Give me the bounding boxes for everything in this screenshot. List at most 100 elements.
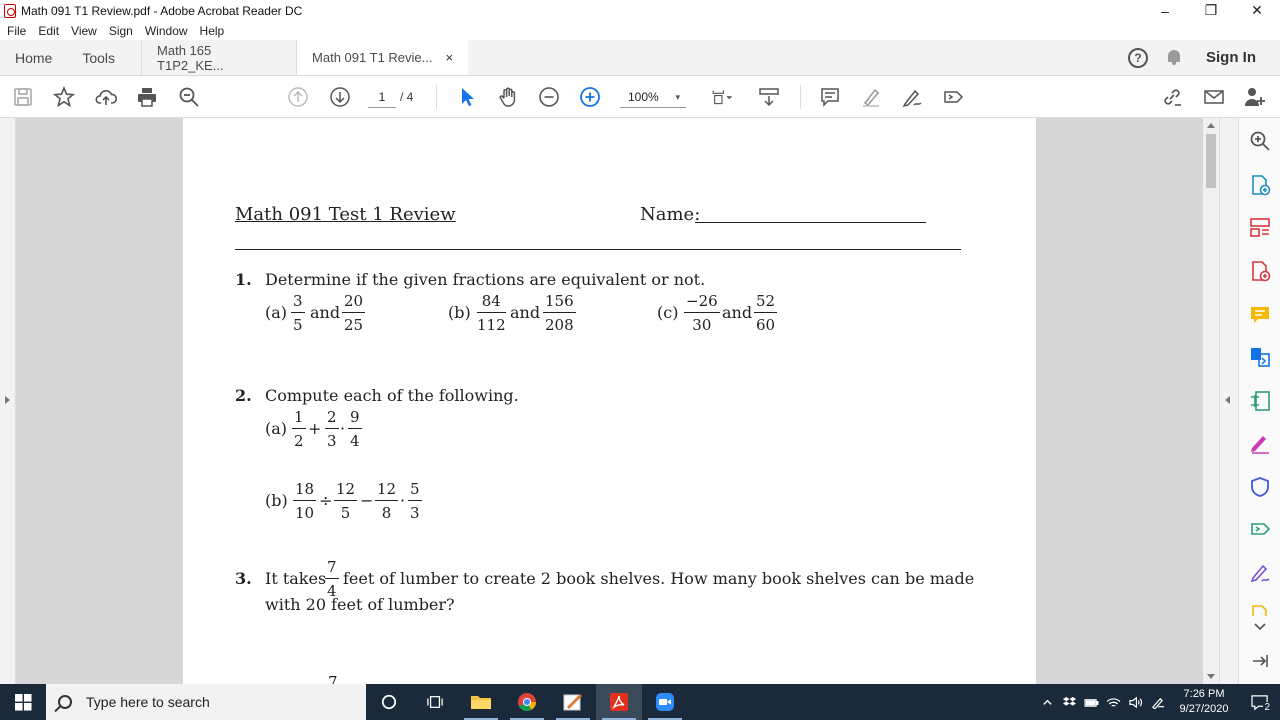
menu-edit[interactable]: Edit [38, 24, 59, 38]
search-placeholder: Type here to search [86, 694, 210, 710]
search-zoom-icon[interactable] [1249, 130, 1271, 152]
print-icon[interactable] [135, 85, 159, 109]
share-send-icon[interactable] [941, 85, 965, 109]
menu-window[interactable]: Window [145, 24, 188, 38]
task-view-icon[interactable] [412, 684, 458, 720]
comment-icon[interactable] [818, 85, 842, 109]
q2a-op-2: · [340, 419, 346, 438]
show-hidden-icons-chevron-icon[interactable] [1036, 684, 1058, 720]
q4-partial-numerator: 7 [328, 673, 338, 684]
create-pdf-icon[interactable] [1249, 260, 1271, 282]
tools-pane [1238, 118, 1280, 684]
menu-help[interactable]: Help [200, 24, 225, 38]
zoom-app-icon[interactable] [642, 684, 688, 720]
highlight-pen-icon[interactable] [859, 85, 883, 109]
title-bar: Math 091 T1 Review.pdf - Adobe Acrobat R… [0, 0, 1280, 21]
pen-workspace-icon[interactable] [1146, 684, 1168, 720]
tab-tools[interactable]: Tools [67, 40, 141, 75]
cortana-icon[interactable] [366, 684, 412, 720]
volume-icon[interactable] [1124, 684, 1146, 720]
edit-pdf-icon[interactable] [1249, 390, 1271, 412]
more-tools-icon[interactable] [1249, 604, 1271, 616]
scroll-up-arrow-icon[interactable] [1207, 123, 1215, 128]
q2b-label: (b) [265, 491, 288, 510]
scroll-mode-icon[interactable] [757, 85, 781, 109]
system-clock[interactable]: 7:26 PM 9/27/2020 [1168, 687, 1240, 717]
toolbar-separator [800, 85, 801, 109]
chrome-icon[interactable] [504, 684, 550, 720]
share-link-icon[interactable] [1160, 85, 1184, 109]
combine-files-icon[interactable] [1249, 346, 1271, 368]
fill-sign-icon[interactable] [1249, 432, 1271, 454]
menu-sign[interactable]: Sign [109, 24, 133, 38]
action-center-icon[interactable]: 2 [1240, 684, 1280, 720]
minimize-button[interactable]: – [1142, 0, 1188, 21]
upload-cloud-icon[interactable] [94, 85, 118, 109]
q2a-fraction-1: 12 [292, 408, 306, 450]
tab-document-math091[interactable]: Math 091 T1 Revie... × [296, 40, 469, 75]
scroll-down-arrow-icon[interactable] [1207, 674, 1215, 679]
zoom-out-icon[interactable] [537, 85, 561, 109]
export-pdf-icon[interactable] [1249, 174, 1271, 196]
zoom-level-dropdown[interactable]: 100% ▾ [620, 86, 686, 108]
battery-icon[interactable] [1080, 684, 1102, 720]
chevron-down-icon: ▾ [675, 92, 680, 102]
wifi-icon[interactable] [1102, 684, 1124, 720]
q2b-op-3: · [400, 491, 406, 510]
bookmark-star-icon[interactable] [52, 85, 76, 109]
left-panel-toggle[interactable] [0, 118, 16, 684]
document-viewer[interactable]: Math 091 Test 1 Review Name: 1. Determin… [0, 118, 1238, 684]
zoom-in-icon[interactable] [578, 85, 602, 109]
chevron-down-icon[interactable] [1249, 616, 1271, 638]
notifications-bell-icon[interactable] [1166, 49, 1182, 66]
file-explorer-icon[interactable] [458, 684, 504, 720]
save-icon[interactable] [11, 85, 35, 109]
menu-bar: File Edit View Sign Window Help [0, 21, 1280, 40]
tab-label: Math 091 T1 Revie... [312, 49, 433, 65]
help-icon[interactable]: ? [1128, 47, 1148, 68]
windows-start-icon[interactable] [0, 684, 46, 720]
zoom-search-icon[interactable] [177, 85, 201, 109]
add-person-icon[interactable] [1243, 85, 1267, 109]
protect-shield-icon[interactable] [1249, 476, 1271, 498]
q2a-label: (a) [265, 419, 288, 438]
email-icon[interactable] [1202, 85, 1226, 109]
menu-file[interactable]: File [7, 24, 26, 38]
maximize-button[interactable]: ❐ [1188, 0, 1234, 21]
system-tray: 7:26 PM 9/27/2020 2 [1036, 684, 1280, 720]
acrobat-reader-icon[interactable] [596, 684, 642, 720]
scroll-thumb[interactable] [1206, 134, 1216, 188]
organize-pages-icon[interactable] [1249, 216, 1271, 238]
q2-prompt: Compute each of the following. [265, 386, 519, 405]
tab-document-math165[interactable]: Math 165 T1P2_KE... [141, 40, 296, 75]
taskbar-search-box[interactable]: Type here to search [46, 684, 366, 720]
toolbar: 1 / 4 100% ▾ [0, 77, 1280, 118]
acrobat-app-icon [4, 3, 16, 18]
menu-view[interactable]: View [71, 24, 97, 38]
send-for-review-icon[interactable] [1249, 518, 1271, 540]
q2b-op-1: ÷ [319, 491, 333, 510]
comment-tool-icon[interactable] [1249, 304, 1271, 326]
clock-time: 7:26 PM [1183, 688, 1225, 700]
sign-pen-icon[interactable] [900, 85, 924, 109]
close-button[interactable]: ✕ [1234, 0, 1280, 21]
request-signatures-icon[interactable] [1249, 562, 1271, 584]
page-fit-icon[interactable] [706, 85, 738, 109]
next-page-icon[interactable] [328, 85, 352, 109]
page-number-input[interactable]: 1 [368, 86, 396, 108]
hand-tool-icon[interactable] [496, 85, 520, 109]
dropbox-icon[interactable] [1058, 684, 1080, 720]
right-pane-toggle[interactable] [1219, 118, 1238, 684]
select-cursor-icon[interactable] [455, 85, 479, 109]
sign-in-button[interactable]: Sign In [1206, 49, 1256, 66]
vertical-scrollbar[interactable] [1203, 118, 1219, 684]
q1a-label: (a) [265, 303, 288, 322]
previous-page-icon[interactable] [286, 85, 310, 109]
name-label: Name: [640, 204, 701, 225]
sketch-app-icon[interactable] [550, 684, 596, 720]
expand-arrow-icon [5, 396, 10, 404]
collapse-pane-icon[interactable] [1249, 650, 1271, 672]
close-tab-icon[interactable]: × [445, 50, 453, 65]
q2a-fraction-2: 23 [325, 408, 339, 450]
tab-home[interactable]: Home [0, 40, 67, 75]
